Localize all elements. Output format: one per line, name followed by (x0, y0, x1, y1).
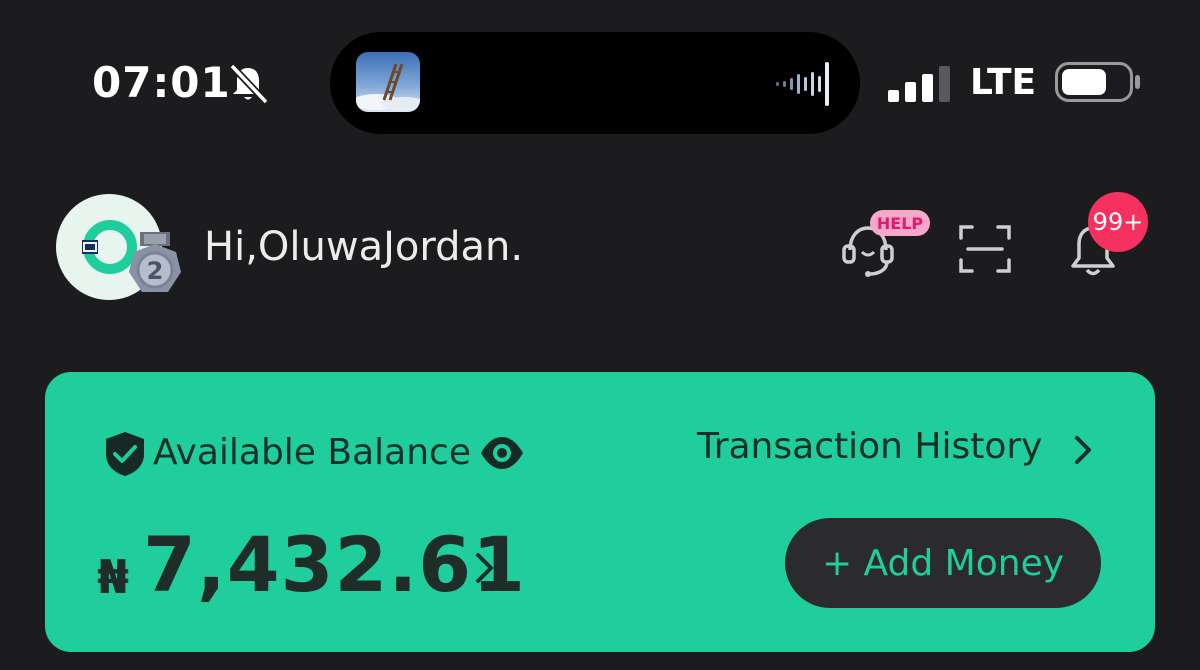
signal-icon (888, 66, 950, 102)
transaction-history-link[interactable]: Transaction History (697, 426, 1042, 467)
balance-card: Available Balance Transaction History ₦ … (45, 372, 1155, 652)
chevron-right-icon[interactable] (1071, 430, 1097, 470)
media-thumbnail[interactable] (356, 52, 420, 112)
audio-waveform-icon (776, 62, 829, 106)
shield-check-icon (106, 432, 144, 476)
notification-badge: 99+ (1088, 192, 1148, 252)
headset-icon[interactable]: HELP (838, 210, 934, 280)
balance-amount[interactable]: 7,432.61 (143, 520, 526, 609)
dynamic-island[interactable] (330, 32, 860, 134)
add-money-button[interactable]: + Add Money (785, 518, 1101, 608)
bell-off-icon (229, 63, 269, 105)
status-time: 07:01 (92, 58, 231, 107)
battery-icon (1055, 62, 1140, 102)
network-type: LTE (970, 62, 1037, 103)
help-badge: HELP (877, 214, 924, 233)
medal-level: 2 (147, 257, 164, 285)
scan-icon[interactable] (958, 224, 1012, 274)
eye-icon[interactable] (479, 432, 525, 474)
currency-symbol: ₦ (97, 550, 130, 604)
greeting: Hi,OluwaJordan. (204, 224, 524, 270)
chevron-right-icon[interactable] (471, 546, 499, 590)
available-balance-label: Available Balance (153, 432, 471, 473)
medal-icon: 2 (129, 232, 181, 292)
